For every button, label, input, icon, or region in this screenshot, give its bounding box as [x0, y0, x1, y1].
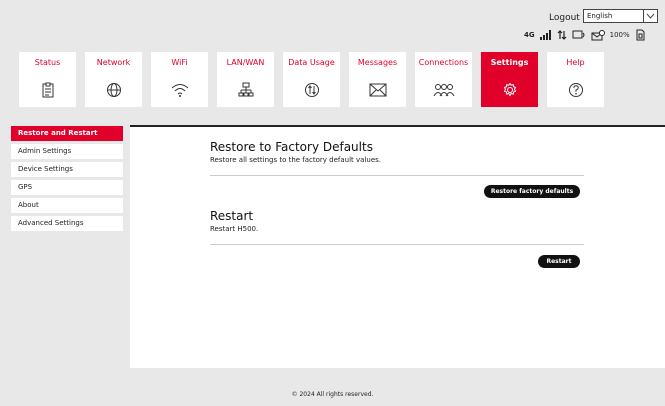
restart-button[interactable]: Restart	[538, 255, 580, 268]
sidebar-item-about[interactable]: About	[11, 198, 123, 213]
main-nav: Status Network WiFi LAN/WAN Data Usage M…	[19, 52, 649, 108]
restore-factory-defaults-button[interactable]: Restore factory defaults	[484, 185, 580, 198]
nav-label: Help	[566, 58, 585, 67]
sidebar-item-advanced-settings[interactable]: Advanced Settings	[11, 216, 123, 231]
section-divider	[210, 175, 584, 176]
wifi-icon	[171, 82, 189, 102]
envelope-icon	[369, 82, 387, 101]
top-bar: Logout English 4G 100%	[0, 0, 665, 48]
nav-label: Connections	[418, 58, 469, 67]
restore-section-title: Restore to Factory Defaults	[210, 140, 373, 154]
restart-section-title: Restart	[210, 209, 254, 223]
users-icon	[433, 82, 455, 101]
nav-label: Messages	[357, 58, 398, 67]
chevron-down-icon	[643, 10, 657, 22]
nav-label: Status	[34, 58, 61, 67]
sidebar-item-admin-settings[interactable]: Admin Settings	[11, 144, 123, 159]
nav-network[interactable]: Network	[85, 52, 142, 107]
nav-label: LAN/WAN	[226, 58, 265, 67]
device-connection-icon	[572, 30, 586, 40]
language-select[interactable]: English	[583, 9, 658, 23]
nav-settings[interactable]: Settings	[481, 52, 538, 107]
battery-level: 100%	[609, 31, 630, 39]
nav-connections[interactable]: Connections	[415, 52, 472, 107]
signal-strength-icon	[539, 30, 552, 40]
gear-icon	[502, 82, 518, 102]
logout-link[interactable]: Logout	[549, 13, 580, 23]
restore-section-description: Restore all settings to the factory defa…	[210, 156, 382, 164]
nav-wifi[interactable]: WiFi	[151, 52, 208, 107]
settings-sidebar: Restore and Restart Admin Settings Devic…	[11, 126, 123, 234]
network-type-label: 4G	[524, 31, 535, 39]
status-indicators: 4G 100%	[524, 28, 645, 42]
nav-label: Data Usage	[288, 58, 335, 67]
data-transfer-icon	[557, 30, 567, 40]
globe-icon	[106, 82, 122, 102]
data-usage-icon	[304, 82, 320, 102]
network-tree-icon	[238, 82, 254, 102]
nav-messages[interactable]: Messages	[349, 52, 406, 107]
nav-help[interactable]: Help	[547, 52, 604, 107]
sidebar-item-device-settings[interactable]: Device Settings	[11, 162, 123, 177]
sidebar-item-gps[interactable]: GPS	[11, 180, 123, 195]
nav-status[interactable]: Status	[19, 52, 76, 107]
main-panel: Restore to Factory Defaults Restore all …	[130, 125, 665, 368]
language-select-value: English	[587, 12, 613, 20]
nav-label: Settings	[490, 58, 529, 67]
restart-section-description: Restart H500.	[210, 225, 259, 233]
question-icon	[568, 82, 584, 102]
sms-icon	[591, 29, 605, 41]
nav-lan-wan[interactable]: LAN/WAN	[217, 52, 274, 107]
sidebar-item-restore-and-restart[interactable]: Restore and Restart	[11, 126, 123, 141]
nav-label: WiFi	[171, 58, 188, 67]
nav-data-usage[interactable]: Data Usage	[283, 52, 340, 107]
section-divider	[210, 244, 584, 245]
clipboard-icon	[41, 82, 55, 102]
nav-label: Network	[96, 58, 131, 67]
sim-icon	[635, 29, 645, 41]
footer-copyright: © 2024 All rights reserved.	[291, 391, 374, 398]
